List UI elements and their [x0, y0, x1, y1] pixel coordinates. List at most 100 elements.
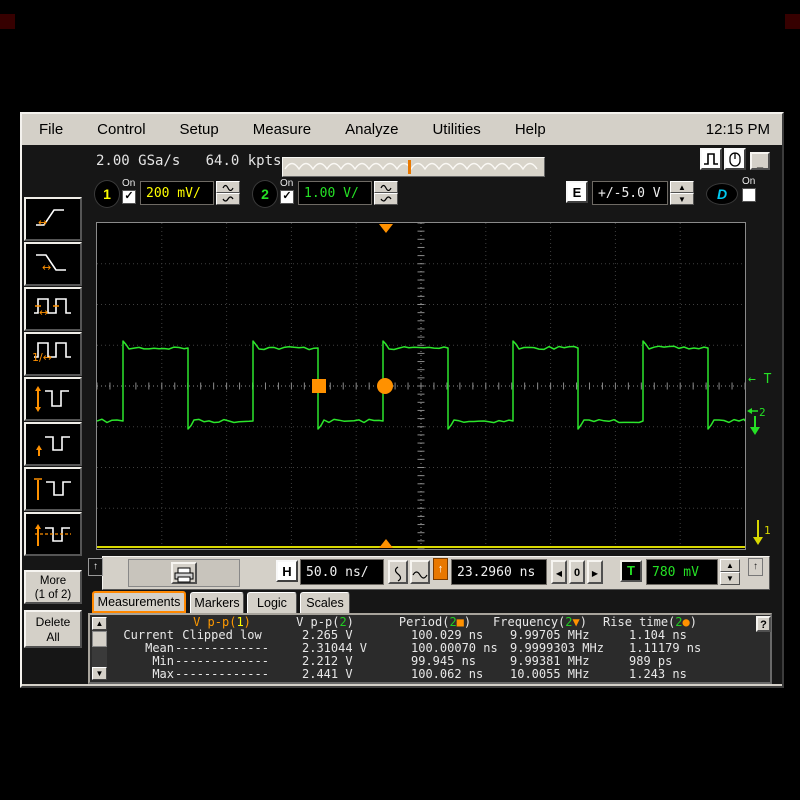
measure-v-avg-button[interactable]	[24, 512, 82, 556]
channel1-badge[interactable]: 1	[94, 180, 120, 208]
print-button[interactable]	[171, 562, 197, 584]
digital-on-checkbox[interactable]	[742, 188, 756, 202]
cell: Clipped low	[174, 628, 270, 642]
measure-v-pp-button[interactable]	[24, 377, 82, 421]
measurements-row-min: Min ------------- 2.212 V 99.945 ns 9.99…	[88, 654, 772, 667]
trigger-button[interactable]: T	[620, 560, 642, 582]
acquisition-buttons-group	[128, 559, 240, 587]
measure-period-button[interactable]: ↔	[24, 287, 82, 331]
channel1-on-group: On ✓	[122, 179, 136, 204]
arrow-up-icon: ↑	[438, 563, 444, 575]
channel2-badge[interactable]: 2	[252, 180, 278, 208]
channel2-scale-spinner[interactable]	[374, 181, 398, 205]
external-trigger-button[interactable]: E	[566, 181, 588, 203]
measure-v-max-button[interactable]	[24, 467, 82, 511]
measure-fall-time-button[interactable]: ↔	[24, 242, 82, 286]
expand-up-right-button[interactable]: ↑	[748, 558, 763, 576]
menu-measure[interactable]: Measure	[236, 121, 328, 138]
channel2-on-group: On ✓	[280, 179, 294, 204]
channel1-scale-spinner[interactable]	[216, 181, 240, 205]
arrow-up-icon[interactable]: ▲	[670, 181, 694, 193]
tab-measurements[interactable]: Measurements	[92, 591, 186, 613]
minimize-button[interactable]: _	[750, 152, 770, 170]
wave-down-icon[interactable]	[374, 193, 398, 205]
arrow-up-icon: ↑	[93, 561, 98, 572]
external-trigger-range-field[interactable]: +/-5.0 V	[592, 181, 668, 205]
col-header-vpp1: V p-p(1)	[174, 615, 270, 629]
waveform-preview	[283, 158, 542, 176]
arrow-down-icon[interactable]: ▼	[720, 572, 740, 585]
horizontal-position-field[interactable]: 23.2960 ns	[451, 559, 547, 585]
channel2-scale-field[interactable]: 1.00 V/	[298, 181, 372, 205]
delay-zero-button[interactable]: 0	[569, 560, 585, 584]
menu-control[interactable]: Control	[80, 121, 162, 138]
cell: 99.945 ns	[411, 654, 476, 668]
pulse-icon	[702, 150, 720, 168]
delay-left-button[interactable]: ◀	[551, 560, 567, 584]
row-label: Max	[100, 667, 174, 681]
memory-depth: 64.0 kpts	[206, 153, 282, 169]
cell: -------------	[174, 667, 270, 681]
sine-wave-icon	[412, 569, 428, 579]
channel1-on-checkbox[interactable]: ✓	[122, 190, 136, 204]
timebase-wave-button[interactable]	[410, 560, 430, 584]
trigger-position-button[interactable]: ↑	[433, 558, 448, 580]
arrow-up-icon[interactable]: ▲	[720, 559, 740, 572]
delete-all-button[interactable]: DeleteAll	[24, 610, 82, 648]
channel2-on-checkbox[interactable]: ✓	[280, 190, 294, 204]
cell: 10.0055 MHz	[510, 667, 589, 681]
wave-down-icon[interactable]	[216, 193, 240, 205]
measure-v-min-button[interactable]	[24, 422, 82, 466]
delay-right-button[interactable]: ▶	[587, 560, 603, 584]
horizontal-position-scrollbar[interactable]	[282, 157, 545, 177]
acquisition-status: 2.00 GSa/s 64.0 kpts	[96, 153, 281, 169]
trigger-level-field[interactable]: 780 mV	[646, 559, 718, 585]
menu-setup[interactable]: Setup	[163, 121, 236, 138]
trigger-level-spinner[interactable]: ▲ ▼	[720, 559, 740, 585]
cell: 2.31044 V	[302, 641, 367, 655]
sample-rate: 2.00 GSa/s	[96, 153, 180, 169]
cell: 9.9999303 MHz	[510, 641, 604, 655]
tab-markers[interactable]: Markers	[190, 592, 244, 613]
wave-up-icon[interactable]	[216, 181, 240, 193]
channel2-level-marker[interactable]: 2	[746, 406, 774, 438]
printer-icon	[173, 566, 195, 584]
menu-help[interactable]: Help	[498, 121, 563, 138]
channel1-scale-field[interactable]: 200 mV/	[140, 181, 214, 205]
cell: 9.99381 MHz	[510, 654, 589, 668]
cell: 100.029 ns	[411, 628, 483, 642]
channel1-marker-digit: 1	[764, 524, 771, 537]
period-icon	[31, 294, 75, 324]
wave-up-icon[interactable]	[374, 181, 398, 193]
measure-rise-time-button[interactable]: ↔	[24, 197, 82, 241]
channel1-level-marker[interactable]: 1	[752, 518, 774, 548]
menu-file[interactable]: File	[22, 121, 80, 138]
channel1-on-label: On	[122, 178, 135, 189]
cell: 2.441 V	[302, 667, 353, 681]
tab-logic[interactable]: Logic	[247, 592, 297, 613]
pulse-mode-button[interactable]	[700, 148, 722, 170]
tab-scales[interactable]: Scales	[300, 592, 350, 613]
horizontal-button[interactable]: H	[276, 560, 298, 582]
menu-analyze[interactable]: Analyze	[328, 121, 415, 138]
expand-up-left-button[interactable]: ↑	[88, 558, 103, 576]
row-label: Min	[100, 654, 174, 668]
digital-badge[interactable]: D	[706, 183, 738, 205]
v-min-icon	[31, 429, 75, 459]
waveform-plot[interactable]	[96, 222, 746, 550]
measure-frequency-button[interactable]: 1/↔	[24, 332, 82, 376]
arrow-down-icon[interactable]: ▼	[670, 193, 694, 205]
cell: 1.104 ns	[629, 628, 687, 642]
external-trigger-spinner[interactable]: ▲ ▼	[670, 181, 694, 205]
more-measurements-button[interactable]: More(1 of 2)	[24, 570, 82, 604]
channel2-on-label: On	[280, 178, 293, 189]
cell: 2.265 V	[302, 628, 353, 642]
cell: -------------	[174, 654, 270, 668]
mouse-pointer-button[interactable]	[724, 148, 746, 170]
menu-utilities[interactable]: Utilities	[415, 121, 497, 138]
cell: 2.212 V	[302, 654, 353, 668]
arrow-right-icon: ▶	[592, 569, 598, 578]
timebase-fine-button[interactable]	[388, 560, 408, 584]
digital-on-group: On	[742, 177, 756, 202]
timebase-field[interactable]: 50.0 ns/	[300, 559, 384, 585]
